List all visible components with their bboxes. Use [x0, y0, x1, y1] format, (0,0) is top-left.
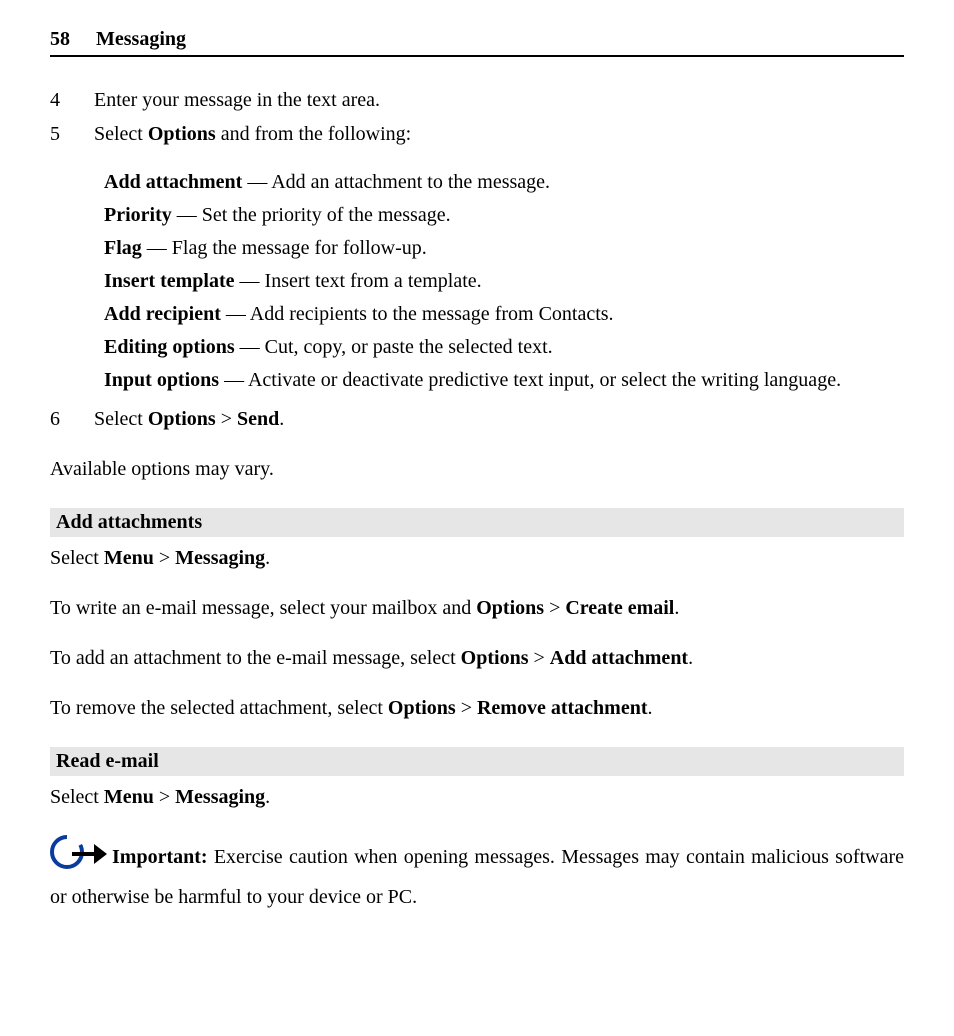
manual-page: 58 Messaging 4 Enter your message in the …: [0, 0, 954, 952]
paragraph: Select Menu > Messaging.: [50, 782, 904, 812]
separator: >: [456, 697, 477, 719]
option-add-recipient: Add recipient — Add recipients to the me…: [104, 299, 904, 330]
menu-keyword: Menu: [104, 786, 154, 808]
text: To remove the selected attachment, selec…: [50, 697, 388, 719]
paragraph: Select Menu > Messaging.: [50, 543, 904, 573]
option-insert-template: Insert template — Insert text from a tem…: [104, 266, 904, 297]
option-desc: — Flag the message for follow-up.: [142, 237, 427, 259]
paragraph: To add an attachment to the e-mail messa…: [50, 643, 904, 673]
step-text: Enter your message in the text area.: [94, 85, 904, 115]
important-label: Important:: [112, 846, 214, 868]
option-term: Editing options: [104, 336, 235, 358]
option-term: Flag: [104, 237, 142, 259]
send-keyword: Send: [237, 408, 279, 430]
option-desc: — Activate or deactivate predictive text…: [219, 369, 841, 391]
options-vary-note: Available options may vary.: [50, 454, 904, 484]
option-priority: Priority — Set the priority of the messa…: [104, 200, 904, 231]
option-term: Insert template: [104, 270, 235, 292]
separator: >: [544, 597, 565, 619]
text: To write an e-mail message, select your …: [50, 597, 476, 619]
section-add-attachments-heading: Add attachments: [50, 508, 904, 537]
create-email-keyword: Create email: [565, 597, 674, 619]
step-text: Select Options > Send.: [94, 404, 904, 434]
paragraph: To write an e-mail message, select your …: [50, 593, 904, 623]
page-header: 58 Messaging: [50, 28, 904, 57]
options-keyword: Options: [148, 408, 216, 430]
text: .: [647, 697, 652, 719]
options-keyword: Options: [388, 697, 456, 719]
text: To add an attachment to the e-mail messa…: [50, 647, 461, 669]
text: .: [688, 647, 693, 669]
options-keyword: Options: [148, 123, 216, 145]
option-desc: — Cut, copy, or paste the selected text.: [235, 336, 553, 358]
separator: >: [154, 547, 175, 569]
text: .: [279, 408, 284, 430]
options-list: Add attachment — Add an attachment to th…: [50, 167, 904, 396]
options-keyword: Options: [461, 647, 529, 669]
option-desc: — Add an attachment to the message.: [242, 171, 550, 193]
separator: >: [216, 408, 237, 430]
option-flag: Flag — Flag the message for follow-up.: [104, 233, 904, 264]
options-keyword: Options: [476, 597, 544, 619]
step-text: Select Options and from the following:: [94, 119, 904, 149]
important-icon: [50, 832, 108, 881]
step-5: 5 Select Options and from the following:: [50, 119, 904, 149]
messaging-keyword: Messaging: [175, 786, 265, 808]
important-notice: Important: Exercise caution when opening…: [50, 834, 904, 912]
text: and from the following:: [216, 123, 412, 145]
step-number: 6: [50, 404, 94, 434]
option-term: Priority: [104, 204, 172, 226]
step-number: 5: [50, 119, 94, 149]
text: Select: [50, 547, 104, 569]
add-attachment-keyword: Add attachment: [550, 647, 688, 669]
text: .: [265, 786, 270, 808]
remove-attachment-keyword: Remove attachment: [477, 697, 648, 719]
option-term: Input options: [104, 369, 219, 391]
step-6: 6 Select Options > Send.: [50, 404, 904, 434]
option-input-options: Input options — Activate or deactivate p…: [104, 365, 904, 396]
option-term: Add attachment: [104, 171, 242, 193]
section-read-email-heading: Read e-mail: [50, 747, 904, 776]
text: Select: [94, 408, 148, 430]
text: .: [265, 547, 270, 569]
option-desc: — Set the priority of the message.: [172, 204, 451, 226]
menu-keyword: Menu: [104, 547, 154, 569]
option-editing-options: Editing options — Cut, copy, or paste th…: [104, 332, 904, 363]
page-number: 58: [50, 28, 70, 50]
option-desc: — Add recipients to the message from Con…: [221, 303, 614, 325]
messaging-keyword: Messaging: [175, 547, 265, 569]
option-add-attachment: Add attachment — Add an attachment to th…: [104, 167, 904, 198]
separator: >: [154, 786, 175, 808]
page-header-title: Messaging: [96, 28, 186, 50]
separator: >: [528, 647, 549, 669]
text: Select: [94, 123, 148, 145]
paragraph: To remove the selected attachment, selec…: [50, 693, 904, 723]
step-number: 4: [50, 85, 94, 115]
text: .: [674, 597, 679, 619]
step-4: 4 Enter your message in the text area.: [50, 85, 904, 115]
option-term: Add recipient: [104, 303, 221, 325]
option-desc: — Insert text from a template.: [235, 270, 482, 292]
text: Select: [50, 786, 104, 808]
